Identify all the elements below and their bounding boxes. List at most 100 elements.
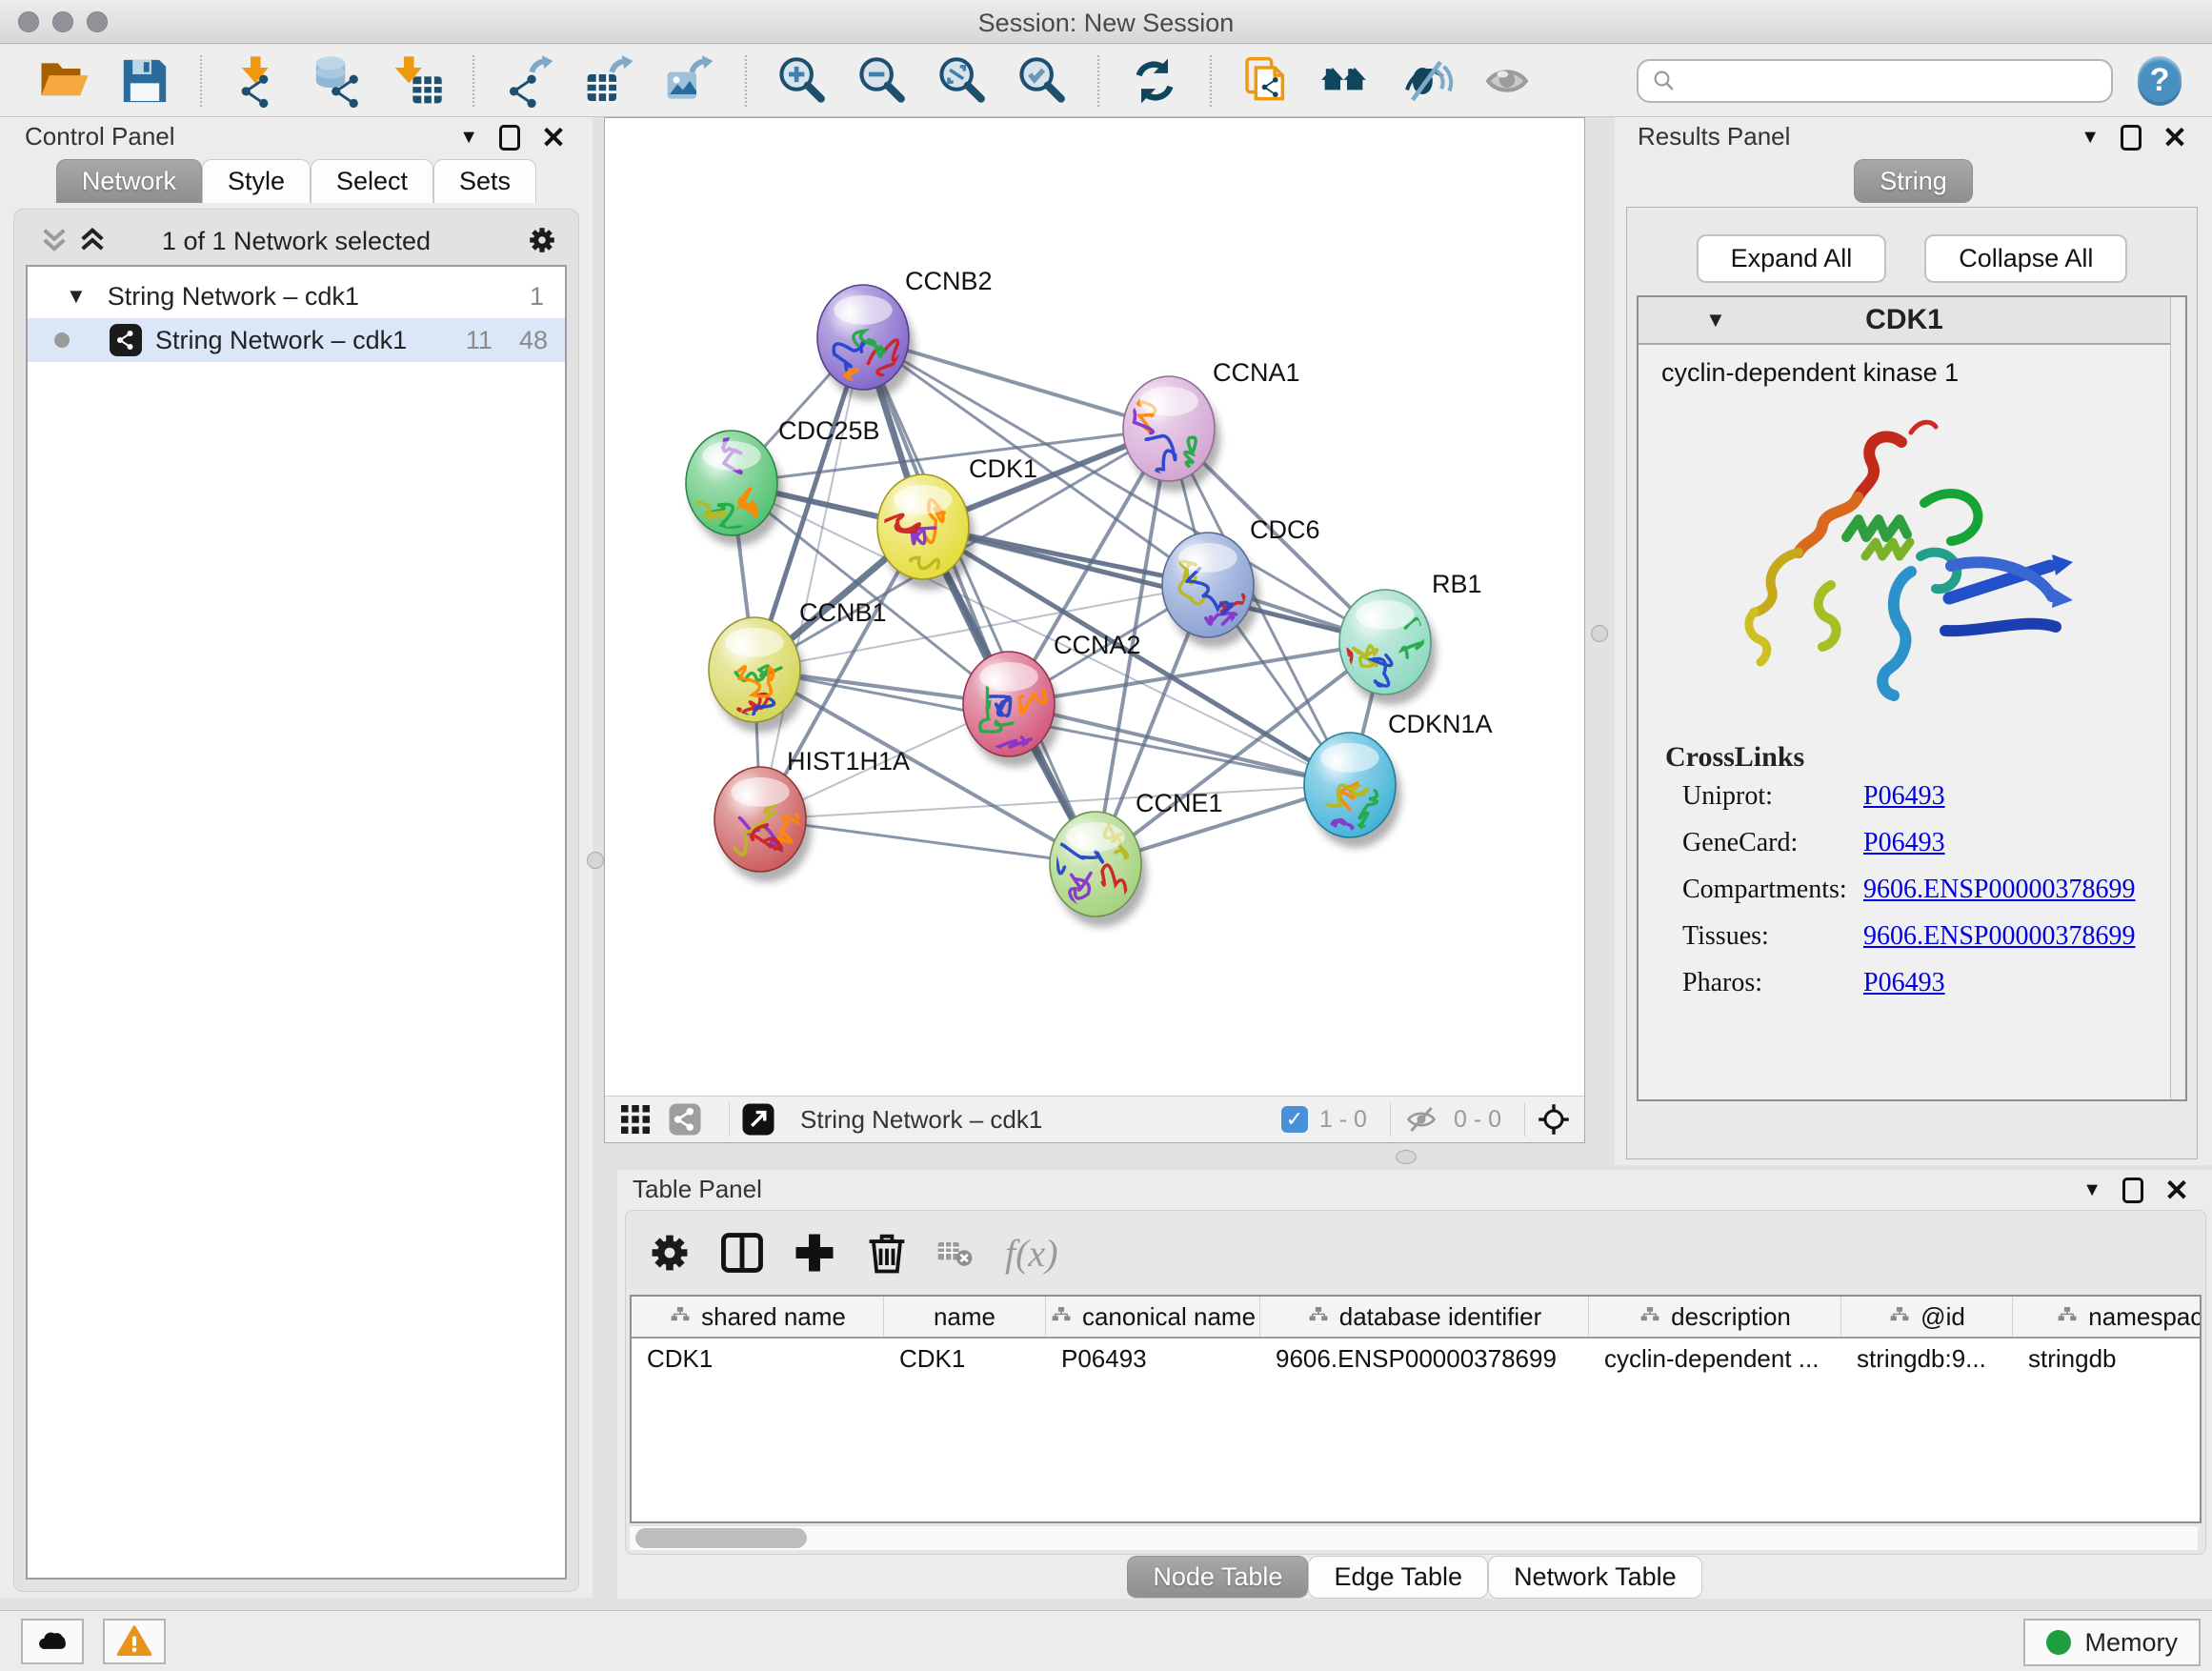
delete-column-icon[interactable] [862,1228,912,1278]
zoom-selected-icon[interactable] [1016,54,1069,108]
tab-network[interactable]: Network [56,159,202,203]
tab-edge-table[interactable]: Edge Table [1308,1556,1488,1599]
export-network-icon[interactable] [503,54,556,108]
node-label: CCNA2 [1054,631,1141,659]
import-table-from-file-icon[interactable] [391,54,444,108]
zoom-in-icon[interactable] [775,54,829,108]
table-horizontal-scrollbar[interactable] [630,1525,2198,1550]
show-columns-icon[interactable] [717,1228,767,1278]
import-network-from-file-icon[interactable] [231,54,284,108]
zoom-fit-content-icon[interactable] [935,54,989,108]
memory-button[interactable]: Memory [2023,1619,2201,1666]
results-scrollbar[interactable] [2170,297,2185,1099]
collapse-panel-icon[interactable]: ▼ [459,127,478,149]
network-node-CCNA1[interactable]: CCNA1 [1105,358,1300,492]
table-row[interactable]: CDK1CDK1P064939606.ENSP00000378699cyclin… [632,1339,2200,1379]
column-header--id[interactable]: @id [1841,1297,2013,1337]
export-image-icon[interactable] [663,54,716,108]
table-cell[interactable]: stringdb [2013,1344,2202,1374]
float-table-icon[interactable] [2122,1178,2143,1203]
crosslink-link[interactable]: P06493 [1863,968,1945,998]
hide-eye-icon[interactable] [1400,54,1454,108]
delete-table-icon[interactable] [935,1232,976,1274]
column-header-namespace[interactable]: namespace [2013,1297,2202,1337]
collection-expand-icon[interactable]: ▼ [66,284,87,309]
tab-network-table[interactable]: Network Table [1488,1556,1702,1599]
detach-view-icon[interactable] [741,1102,775,1137]
network-node-CDC25B[interactable]: CDC25B [675,416,880,546]
bottom-splitter-handle[interactable] [1396,1150,1417,1164]
network-canvas[interactable]: CCNB2 CCNA1 CDC25BCDK1 CDC6RB1 CCNB1 CCNA2 CDK… [605,118,1584,1096]
function-builder-icon[interactable]: f(x) [1005,1231,1058,1276]
column-header-name[interactable]: name [884,1297,1046,1337]
collapse-table-icon[interactable]: ▼ [2082,1179,2101,1201]
network-edge[interactable] [863,337,1096,864]
export-table-icon[interactable] [583,54,636,108]
network-node-CDK1[interactable]: CDK1 [866,454,1037,594]
close-panel-icon[interactable]: ✕ [541,123,566,152]
create-column-icon[interactable] [790,1228,839,1278]
expand-all-button[interactable]: Expand All [1697,234,1887,283]
save-session-icon[interactable] [118,54,171,108]
birds-eye-view-icon[interactable] [1537,1102,1571,1137]
network-thumbnail-icon[interactable] [668,1102,702,1137]
crosslink-link[interactable]: P06493 [1863,828,1945,858]
table-cell[interactable]: stringdb:9... [1841,1344,2013,1374]
hidden-items-icon[interactable] [1404,1102,1438,1137]
network-row[interactable]: String Network – cdk1 11 48 [28,318,565,362]
close-table-icon[interactable]: ✕ [2164,1176,2189,1205]
network-node-CCNB1[interactable]: CCNB1 [709,598,887,735]
left-splitter-handle[interactable] [587,852,604,869]
grid-view-icon[interactable] [618,1102,653,1137]
column-header-shared-name[interactable]: shared name [632,1297,884,1337]
search-input[interactable] [1679,63,2100,99]
network-view[interactable]: CCNB2 CCNA1 CDC25BCDK1 CDC6RB1 CCNB1 CCNA2 CDK… [604,117,1585,1143]
table-cell[interactable]: P06493 [1046,1344,1260,1374]
help-icon[interactable]: ? [2138,56,2182,106]
network-node-CCNE1[interactable]: CCNE1 [1050,789,1223,927]
column-header-canonical-name[interactable]: canonical name [1046,1297,1260,1337]
crosslink-link[interactable]: 9606.ENSP00000378699 [1863,875,2135,905]
network-collection-row[interactable]: ▼ String Network – cdk1 1 [28,274,565,318]
table-cell[interactable]: cyclin-dependent ... [1589,1344,1841,1374]
gene-section-expand-icon[interactable]: ▼ [1705,308,1726,332]
crosslink-link[interactable]: P06493 [1863,781,1945,812]
column-header-database-identifier[interactable]: database identifier [1260,1297,1589,1337]
table-cell[interactable]: CDK1 [632,1344,884,1374]
table-cell[interactable]: 9606.ENSP00000378699 [1260,1344,1589,1374]
scrollbar-thumb[interactable] [635,1528,807,1548]
show-eye-icon[interactable] [1480,54,1534,108]
float-results-icon[interactable] [2121,125,2142,151]
tab-string-results[interactable]: String [1854,159,1973,203]
tab-node-table[interactable]: Node Table [1127,1556,1308,1599]
zoom-out-icon[interactable] [855,54,909,108]
search-field[interactable] [1637,59,2113,103]
gene-section-header[interactable]: ▼ CDK1 [1639,297,2170,345]
table-options-gear-icon[interactable] [645,1228,694,1278]
refresh-view-icon[interactable] [1128,54,1181,108]
string-import-icon[interactable] [1240,54,1294,108]
network-node-HIST1H1A[interactable]: HIST1H1A [714,747,910,882]
import-network-from-database-icon[interactable] [311,54,364,108]
open-session-icon[interactable] [38,54,91,108]
close-results-icon[interactable]: ✕ [2162,123,2187,152]
collapse-results-icon[interactable]: ▼ [2081,127,2100,149]
float-panel-icon[interactable] [499,125,520,151]
selected-items-checkbox[interactable]: ✓ [1281,1106,1308,1133]
warnings-button[interactable] [103,1619,166,1664]
tab-sets[interactable]: Sets [433,159,536,203]
tab-style[interactable]: Style [202,159,311,203]
home-species-icon[interactable] [1320,54,1374,108]
collapse-all-button[interactable]: Collapse All [1924,234,2127,283]
table-cell[interactable]: CDK1 [884,1344,1046,1374]
cloud-status-button[interactable] [21,1619,84,1664]
column-header-description[interactable]: description [1589,1297,1841,1337]
network-node-CDC6[interactable]: CDC6 [1162,515,1320,648]
crosslink-link[interactable]: 9606.ENSP00000378699 [1863,921,2135,952]
network-node-RB1[interactable]: RB1 [1337,570,1482,705]
network-options-gear-icon[interactable] [525,223,559,257]
network-node-CCNB2[interactable]: CCNB2 [817,267,993,400]
right-splitter-handle[interactable] [1591,625,1608,642]
network-node-CDKN1A[interactable]: CDKN1A [1304,710,1493,848]
tab-select[interactable]: Select [311,159,433,203]
